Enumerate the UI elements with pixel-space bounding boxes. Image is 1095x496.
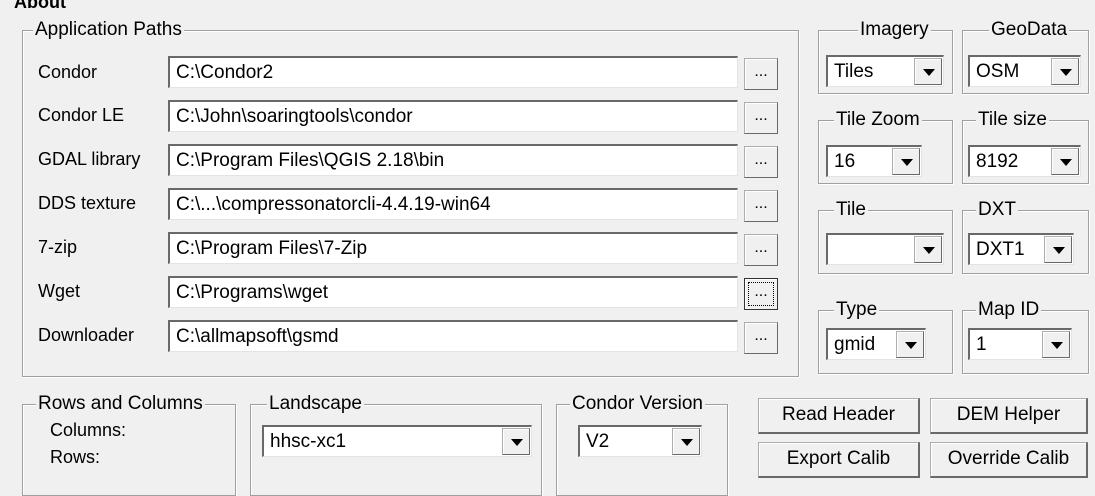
wget-browse-button[interactable]: ... (744, 278, 778, 310)
read-header-button[interactable]: Read Header (758, 398, 920, 434)
condor-le-browse-button[interactable]: ... (744, 102, 778, 134)
override-calib-button[interactable]: Override Calib (930, 442, 1088, 478)
dxt-dropdown-arrow-icon[interactable] (1044, 236, 1072, 263)
landscape-value: hhsc-xc1 (270, 431, 347, 452)
dem-helper-button[interactable]: DEM Helper (930, 398, 1088, 434)
dds-texture-path-field[interactable]: C:\...\compressonatorcli-4.4.19-win64 (168, 188, 738, 220)
tile-dropdown-arrow-icon[interactable] (914, 236, 942, 263)
tile-legend: Tile (834, 199, 868, 220)
geodata-select[interactable]: OSM (968, 55, 1081, 87)
tile-select[interactable] (826, 233, 944, 265)
export-calib-button[interactable]: Export Calib (758, 442, 920, 478)
imagery-select[interactable]: Tiles (826, 55, 944, 87)
condor-label: Condor (38, 62, 98, 82)
map-id-legend: Map ID (976, 299, 1042, 320)
landscape-legend: Landscape (267, 393, 364, 414)
wget-path-field[interactable]: C:\Programs\wget (168, 276, 738, 308)
map-id-value: 1 (976, 334, 987, 355)
imagery-legend: Imagery (858, 19, 931, 40)
downloader-label: Downloader (38, 325, 135, 345)
geodata-value: OSM (976, 61, 1020, 82)
downloader-browse-button[interactable]: ... (744, 322, 778, 354)
gdal-library-label: GDAL library (38, 149, 141, 169)
landscape-dropdown-arrow-icon[interactable] (502, 428, 530, 455)
dxt-value: DXT1 (976, 239, 1025, 260)
condor-path-field[interactable]: C:\Condor2 (168, 56, 738, 88)
condor-version-legend: Condor Version (570, 393, 705, 414)
condor-version-select[interactable]: V2 (578, 425, 702, 457)
wget-label: Wget (38, 281, 81, 301)
condor-version-dropdown-arrow-icon[interactable] (672, 428, 700, 455)
imagery-dropdown-arrow-icon[interactable] (914, 58, 942, 85)
tile-size-dropdown-arrow-icon[interactable] (1051, 148, 1079, 175)
dxt-legend: DXT (976, 199, 1018, 220)
map-id-dropdown-arrow-icon[interactable] (1042, 331, 1070, 358)
imagery-value: Tiles (834, 61, 874, 82)
map-id-select[interactable]: 1 (968, 328, 1072, 360)
type-legend: Type (834, 299, 880, 320)
seven-zip-path-field[interactable]: C:\Program Files\7-Zip (168, 232, 738, 264)
condor-browse-button[interactable]: ... (744, 58, 778, 90)
gdal-library-path-field[interactable]: C:\Program Files\QGIS 2.18\bin (168, 144, 738, 176)
tile-zoom-value: 16 (834, 151, 856, 172)
geodata-legend: GeoData (989, 19, 1070, 40)
condor-le-label: Condor LE (38, 105, 125, 125)
columns-label: Columns: (50, 420, 127, 440)
landscape-select[interactable]: hhsc-xc1 (262, 425, 532, 457)
gdal-library-browse-button[interactable]: ... (744, 146, 778, 178)
rows-label: Rows: (50, 447, 101, 467)
condor-version-value: V2 (586, 431, 610, 452)
application-paths-legend: Application Paths (33, 19, 184, 40)
downloader-path-field[interactable]: C:\allmapsoft\gsmd (168, 320, 738, 352)
seven-zip-browse-button[interactable]: ... (744, 234, 778, 266)
rows-columns-legend: Rows and Columns (36, 393, 205, 414)
dxt-select[interactable]: DXT1 (968, 233, 1074, 265)
dds-texture-browse-button[interactable]: ... (744, 190, 778, 222)
tile-size-value: 8192 (976, 151, 1019, 172)
type-value: gmid (834, 334, 876, 355)
tile-zoom-select[interactable]: 16 (826, 145, 922, 177)
type-select[interactable]: gmid (826, 328, 926, 360)
tile-size-select[interactable]: 8192 (968, 145, 1081, 177)
tile-zoom-legend: Tile Zoom (834, 109, 922, 130)
type-dropdown-arrow-icon[interactable] (896, 331, 924, 358)
geodata-dropdown-arrow-icon[interactable] (1051, 58, 1079, 85)
window-title: About (14, 0, 66, 8)
condor-le-path-field[interactable]: C:\John\soaringtools\condor (168, 100, 738, 132)
dds-texture-label: DDS texture (38, 193, 137, 213)
seven-zip-label: 7-zip (38, 237, 78, 257)
tile-size-legend: Tile size (976, 109, 1049, 130)
tile-zoom-dropdown-arrow-icon[interactable] (892, 148, 920, 175)
